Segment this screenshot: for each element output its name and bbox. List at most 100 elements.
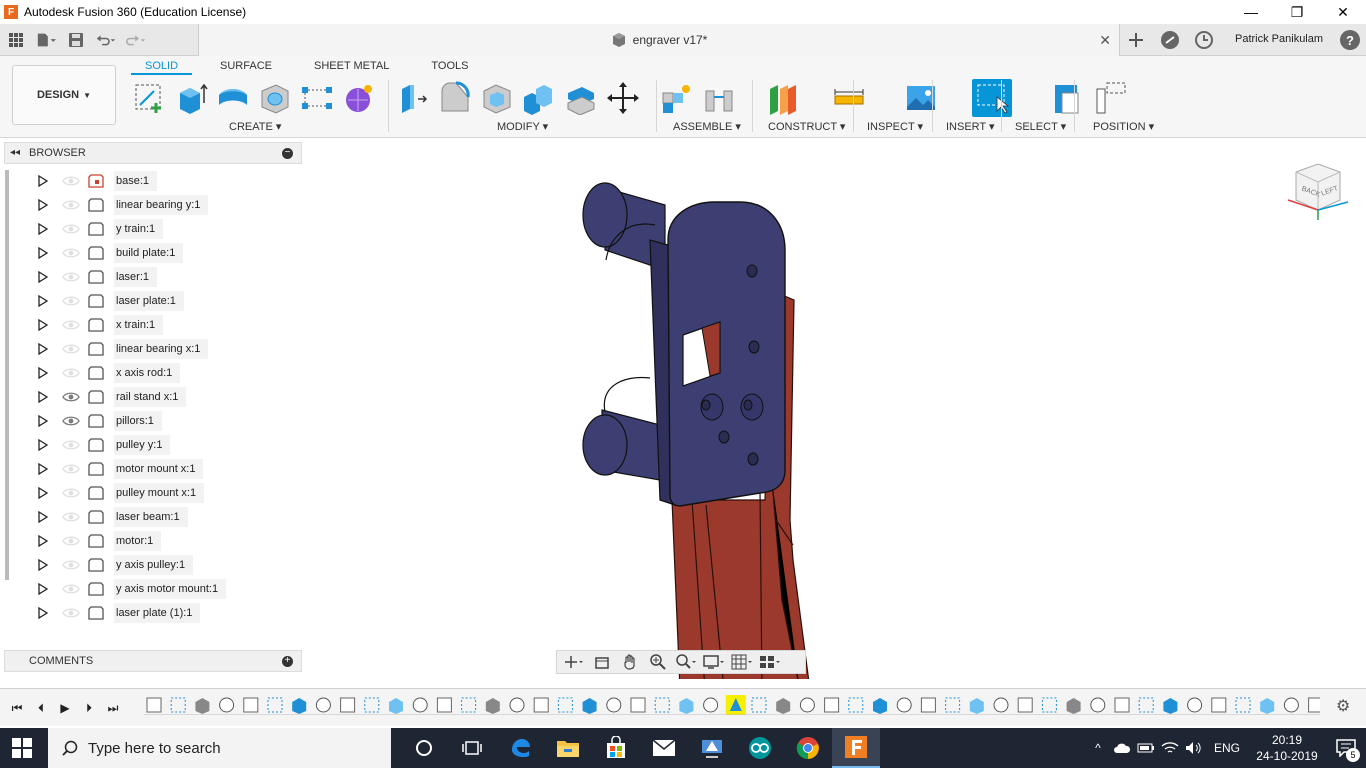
expand-triangle-icon[interactable] — [36, 582, 50, 596]
close-tab-icon[interactable]: ✕ — [1099, 32, 1111, 49]
timeline-feature[interactable] — [219, 697, 235, 713]
visibility-eye-icon[interactable] — [60, 196, 82, 214]
browser-tree-item[interactable]: rail stand x:1 — [36, 385, 187, 409]
job-status-icon[interactable] — [1192, 28, 1216, 52]
task-view-icon[interactable] — [448, 728, 496, 768]
inspect-menu[interactable]: INSPECT ▾ — [867, 120, 923, 133]
timeline-feature[interactable] — [1211, 697, 1227, 713]
action-center-button[interactable]: 5 — [1326, 728, 1366, 768]
document-tab[interactable]: engraver v17* ✕ — [198, 24, 1120, 56]
zoom-icon[interactable] — [647, 653, 669, 671]
file-menu-icon[interactable] — [36, 30, 56, 50]
joint-button[interactable] — [698, 78, 740, 118]
assemble-menu[interactable]: ASSEMBLE ▾ — [673, 120, 741, 133]
browser-tree-item[interactable]: laser beam:1 — [36, 505, 188, 529]
look-at-icon[interactable] — [591, 653, 613, 671]
visibility-eye-icon[interactable] — [60, 340, 82, 358]
timeline-feature[interactable] — [267, 697, 283, 713]
timeline-feature[interactable] — [606, 697, 622, 713]
pinned-app-icon[interactable] — [688, 728, 736, 768]
browser-tree-item[interactable]: x axis rod:1 — [36, 361, 181, 385]
press-pull-button[interactable] — [392, 78, 434, 118]
visibility-eye-icon[interactable] — [60, 244, 82, 262]
timeline-feature[interactable] — [340, 697, 356, 713]
create-form-button[interactable] — [338, 78, 380, 118]
timeline-feature[interactable] — [993, 697, 1009, 713]
timeline-feature[interactable] — [461, 697, 477, 713]
visibility-eye-icon[interactable] — [60, 388, 82, 406]
timeline-features[interactable] — [144, 695, 1320, 715]
browser-tree-item[interactable]: linear bearing y:1 — [36, 193, 209, 217]
expand-triangle-icon[interactable] — [36, 222, 50, 236]
capture-position-button[interactable] — [1048, 78, 1090, 118]
create-sketch-button[interactable] — [128, 78, 170, 118]
mail-icon[interactable] — [640, 728, 688, 768]
browser-tree-item[interactable]: y axis pulley:1 — [36, 553, 194, 577]
timeline-feature[interactable] — [364, 697, 380, 713]
timeline-feature[interactable] — [1114, 697, 1130, 713]
undo-icon[interactable] — [96, 30, 116, 50]
expand-triangle-icon[interactable] — [36, 510, 50, 524]
browser-scrollbar[interactable] — [5, 170, 9, 580]
timeline-feature[interactable] — [412, 697, 428, 713]
browser-tree-item[interactable]: build plate:1 — [36, 241, 184, 265]
browser-tree-item[interactable]: motor:1 — [36, 529, 162, 553]
timeline-feature[interactable] — [389, 698, 403, 714]
expand-triangle-icon[interactable] — [36, 462, 50, 476]
clock[interactable]: 20:19 24-10-2019 — [1248, 732, 1326, 764]
position-menu[interactable]: POSITION ▾ — [1093, 120, 1154, 133]
new-tab-plus-icon[interactable] — [1124, 28, 1148, 52]
collapse-panel-icon[interactable]: ◂◂ — [10, 147, 20, 158]
browser-tree-item[interactable]: pulley mount x:1 — [36, 481, 205, 505]
timeline-feature[interactable] — [436, 697, 452, 713]
canvas-viewport[interactable] — [304, 139, 1366, 679]
wifi-icon[interactable] — [1158, 728, 1182, 768]
browser-header[interactable]: ◂◂ BROWSER − — [4, 142, 302, 164]
measure-button[interactable] — [828, 78, 870, 118]
timeline-feature[interactable] — [1235, 697, 1251, 713]
timeline-last-icon[interactable]: ⏭ — [104, 699, 122, 717]
browser-tree-item[interactable]: x train:1 — [36, 313, 164, 337]
timeline-feature[interactable] — [751, 697, 767, 713]
taskbar-search-box[interactable]: Type here to search — [48, 728, 391, 768]
visibility-eye-icon[interactable] — [60, 556, 82, 574]
hole-button[interactable] — [254, 78, 296, 118]
visibility-eye-icon[interactable] — [60, 508, 82, 526]
revolve-button[interactable] — [212, 78, 254, 118]
extrude-button[interactable] — [170, 78, 212, 118]
orbit-icon[interactable] — [563, 653, 585, 671]
revert-position-button[interactable] — [1090, 78, 1132, 118]
select-menu[interactable]: SELECT ▾ — [1015, 120, 1066, 133]
timeline-feature[interactable] — [243, 697, 259, 713]
timeline-feature[interactable] — [896, 697, 912, 713]
visibility-eye-icon[interactable] — [60, 580, 82, 598]
timeline-feature[interactable] — [969, 698, 984, 714]
viewports-icon[interactable] — [759, 653, 781, 671]
fillet-button[interactable] — [434, 78, 476, 118]
timeline-feature[interactable] — [533, 697, 549, 713]
microsoft-store-icon[interactable] — [592, 728, 640, 768]
timeline-next-icon[interactable]: ⏵ — [80, 699, 98, 717]
edge-browser-icon[interactable] — [496, 728, 544, 768]
timeline-feature[interactable] — [945, 697, 961, 713]
expand-triangle-icon[interactable] — [36, 558, 50, 572]
timeline-feature[interactable] — [679, 698, 694, 714]
timeline-first-icon[interactable]: ⏮ — [8, 699, 26, 717]
visibility-eye-icon[interactable] — [60, 292, 82, 310]
expand-triangle-icon[interactable] — [36, 342, 50, 356]
grid-settings-icon[interactable] — [731, 653, 753, 671]
visibility-eye-icon[interactable] — [60, 172, 82, 190]
expand-triangle-icon[interactable] — [36, 198, 50, 212]
timeline-feature[interactable] — [654, 697, 670, 713]
browser-tree-item[interactable]: y train:1 — [36, 217, 164, 241]
add-comment-icon[interactable]: + — [282, 656, 293, 667]
timeline-feature[interactable] — [582, 698, 597, 714]
timeline-feature[interactable] — [146, 697, 162, 713]
chrome-icon[interactable] — [784, 728, 832, 768]
timeline-feature[interactable] — [195, 698, 210, 714]
timeline-feature[interactable] — [824, 697, 840, 713]
timeline-feature[interactable] — [1066, 698, 1081, 714]
timeline-feature[interactable] — [1017, 697, 1033, 713]
user-account-name[interactable]: Patrick Panikulam — [1235, 33, 1323, 45]
timeline-feature[interactable] — [725, 695, 746, 715]
